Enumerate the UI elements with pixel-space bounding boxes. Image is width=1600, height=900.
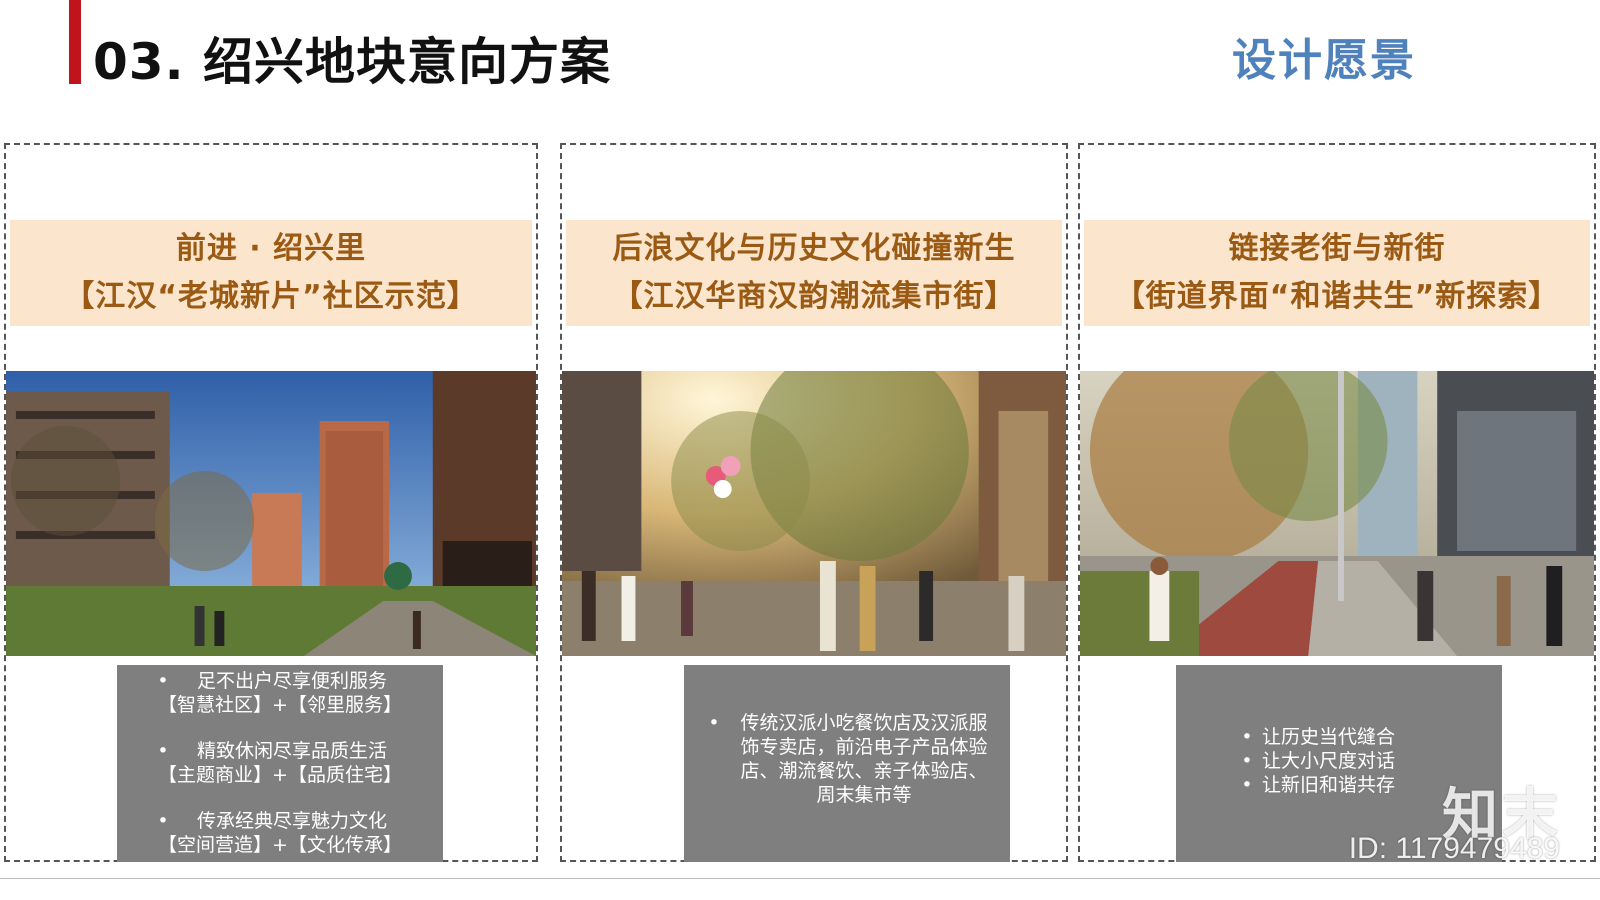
caption-subtitle: 【街道界面“和谐共生”新探索】 <box>1114 279 1560 314</box>
market-street-photo <box>562 371 1066 656</box>
note-text: 让历史当代缝合 <box>1262 726 1396 748</box>
boulevard-street-photo <box>1080 371 1594 656</box>
caption-subtitle: 【江汉华商汉韵潮流集市街】 <box>612 279 1016 314</box>
bullet-icon: • <box>157 810 169 832</box>
note-item: • 让历史当代缝合 <box>1232 725 1486 749</box>
note-subtext: 【主题商业】+【品质住宅】 <box>158 764 402 786</box>
bullet-icon: • <box>1241 750 1253 772</box>
note-item: • 传统汉派小吃餐饮店及汉派服饰专卖店，前沿电子产品体验店、潮流餐饮、亲子体验店… <box>694 711 994 807</box>
bullet-icon: • <box>708 712 720 734</box>
bullet-icon: • <box>1241 774 1253 796</box>
caption-band: 前进 · 绍兴里 【江汉“老城新片”社区示范】 <box>10 220 532 326</box>
caption-band: 后浪文化与历史文化碰撞新生 【江汉华商汉韵潮流集市街】 <box>566 220 1062 326</box>
watermark-id: ID: 1179479489 <box>1348 832 1560 865</box>
note-subtext: 【智慧社区】+【邻里服务】 <box>158 694 402 716</box>
section-tag: 设计愿景 <box>1232 35 1416 86</box>
note-text: 传承经典尽享魅力文化 <box>197 810 388 832</box>
note-text: 精致休闲尽享品质生活 <box>197 740 388 762</box>
caption-title: 后浪文化与历史文化碰撞新生 <box>612 231 1016 266</box>
bullet-icon: • <box>1241 726 1253 748</box>
note-text: 足不出户尽享便利服务 <box>197 670 388 692</box>
bullet-icon: • <box>157 670 169 692</box>
note-subtext: 【空间营造】+【文化传承】 <box>158 834 402 856</box>
residential-street-photo <box>6 371 536 656</box>
title-accent-bar <box>69 0 81 84</box>
caption-subtitle: 【江汉“老城新片”社区示范】 <box>64 279 478 314</box>
note-item: • 精致休闲尽享品质生活 <box>117 739 443 763</box>
divider <box>0 878 1600 879</box>
vision-panel-3: 链接老街与新街 【街道界面“和谐共生”新探索】 • 让历史当代缝合 • 让大小尺… <box>1078 143 1596 862</box>
note-item: • 传承经典尽享魅力文化 <box>117 809 443 833</box>
note-item: • 足不出户尽享便利服务 <box>117 669 443 693</box>
bullet-icon: • <box>157 740 169 762</box>
page-title: 03. 绍兴地块意向方案 <box>93 33 611 91</box>
feature-notes: • 传统汉派小吃餐饮店及汉派服饰专卖店，前沿电子产品体验店、潮流餐饮、亲子体验店… <box>684 665 1010 862</box>
caption-band: 链接老街与新街 【街道界面“和谐共生”新探索】 <box>1084 220 1590 326</box>
vision-panel-1: 前进 · 绍兴里 【江汉“老城新片”社区示范】 • 足不出户尽享便利服务 【智慧… <box>4 143 538 862</box>
caption-title: 前进 · 绍兴里 <box>175 231 367 266</box>
vision-panel-2: 后浪文化与历史文化碰撞新生 【江汉华商汉韵潮流集市街】 • 传统汉派小吃餐饮店及… <box>560 143 1068 862</box>
note-text: 传统汉派小吃餐饮店及汉派服饰专卖店，前沿电子产品体验店、潮流餐饮、亲子体验店、周… <box>740 712 988 806</box>
caption-title: 链接老街与新街 <box>1228 231 1446 266</box>
feature-notes: • 足不出户尽享便利服务 【智慧社区】+【邻里服务】 • 精致休闲尽享品质生活 … <box>117 665 443 862</box>
